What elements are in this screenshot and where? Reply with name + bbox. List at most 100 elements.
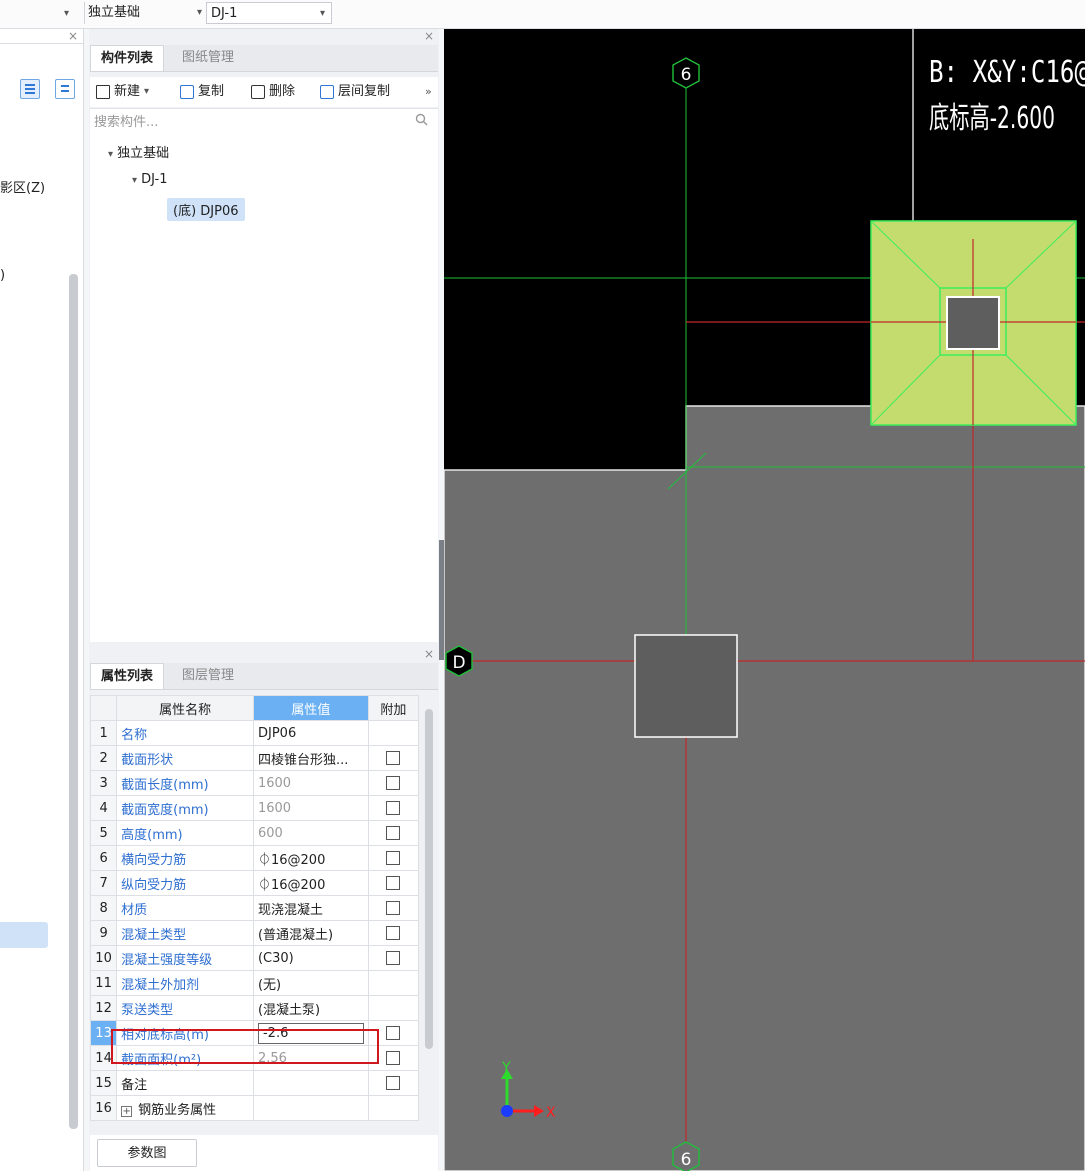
property-value[interactable]: (无) xyxy=(252,970,369,996)
tab-layer-management[interactable]: 图层管理 xyxy=(172,663,244,689)
property-value[interactable]: ⏀16@200 xyxy=(252,845,369,871)
extra-cell xyxy=(367,995,420,1021)
table-row-group[interactable]: 16 + 钢筋业务属性 xyxy=(89,1095,420,1121)
floor-slab-region[interactable] xyxy=(444,405,1085,1171)
property-value[interactable]: (普通混凝土) xyxy=(252,920,369,946)
table-row[interactable]: 10 混凝土强度等级 (C30) xyxy=(89,945,420,971)
table-row[interactable]: 11 混凝土外加剂 (无) xyxy=(89,970,420,996)
tree-item-dj1[interactable]: ▾ DJ-1 xyxy=(132,172,168,187)
extra-checkbox[interactable] xyxy=(386,926,401,940)
component-search[interactable]: 搜索构件... xyxy=(90,108,438,132)
extra-checkbox[interactable] xyxy=(386,901,401,915)
property-value[interactable]: 四棱锥台形独... xyxy=(252,745,369,771)
close-icon[interactable]: × xyxy=(424,647,434,661)
extra-checkbox[interactable] xyxy=(386,1051,401,1065)
table-row[interactable]: 7 纵向受力筋 ⏀16@200 xyxy=(89,870,420,896)
tab-property-list[interactable]: 属性列表 xyxy=(90,663,165,689)
table-row[interactable]: 15 备注 xyxy=(89,1070,420,1096)
extra-cell xyxy=(367,820,420,846)
extra-checkbox[interactable] xyxy=(386,1026,401,1040)
property-name: 混凝土类型 xyxy=(116,920,254,946)
extra-checkbox[interactable] xyxy=(386,801,401,815)
property-value[interactable]: 1600 xyxy=(252,770,369,796)
left-panel-text-zone[interactable]: 影区(Z) xyxy=(0,177,45,196)
table-row[interactable]: 3 截面长度(mm) 1600 xyxy=(89,770,420,796)
list-view-icon[interactable] xyxy=(20,79,40,99)
highlight-box-row13 xyxy=(111,1029,379,1064)
table-row[interactable]: 8 材质 现浇混凝土 xyxy=(89,895,420,921)
tab-component-list[interactable]: 构件列表 xyxy=(90,45,165,71)
cad-drawing[interactable]: 6 6 D B: X&Y:C16@ 底标高-2.600 Y X xyxy=(444,29,1085,1171)
extra-checkbox[interactable] xyxy=(386,1076,401,1090)
table-row[interactable]: 2 截面形状 四棱锥台形独... xyxy=(89,745,420,771)
property-value[interactable]: (混凝土泵) xyxy=(252,995,369,1021)
component-name-select[interactable]: DJ-1 ▾ xyxy=(206,2,332,24)
left-scrollbar[interactable] xyxy=(69,274,78,1129)
top-toolbar: ▾ 独立基础 ▾ DJ-1 ▾ xyxy=(0,0,1085,29)
divider xyxy=(0,43,84,44)
extra-checkbox[interactable] xyxy=(386,876,401,890)
table-row[interactable]: 6 横向受力筋 ⏀16@200 xyxy=(89,845,420,871)
close-icon[interactable]: × xyxy=(424,29,434,43)
close-icon[interactable]: × xyxy=(68,29,78,43)
param-diagram-button[interactable]: 参数图 xyxy=(97,1139,197,1167)
delete-button[interactable]: 删除 xyxy=(251,82,295,102)
property-value[interactable]: 1600 xyxy=(252,795,369,821)
property-name: 泵送类型 xyxy=(116,995,254,1021)
extra-checkbox[interactable] xyxy=(386,826,401,840)
property-scrollbar[interactable] xyxy=(425,709,433,1049)
extra-cell xyxy=(367,895,420,921)
floor-copy-button[interactable]: 层间复制 xyxy=(320,82,390,102)
new-button[interactable]: 新建 ▾ xyxy=(96,82,149,102)
footing-djp06[interactable] xyxy=(870,220,1077,426)
extra-checkbox[interactable] xyxy=(386,776,401,790)
axis-bubble-6-top[interactable]: 6 xyxy=(672,57,700,89)
property-name: 材质 xyxy=(116,895,254,921)
row-number: 15 xyxy=(89,1070,118,1096)
property-value[interactable]: 现浇混凝土 xyxy=(252,895,369,921)
drawing-canvas[interactable]: 6 6 D B: X&Y:C16@ 底标高-2.600 Y X xyxy=(444,29,1085,1171)
property-name: 备注 xyxy=(116,1070,254,1096)
table-row[interactable]: 5 高度(mm) 600 xyxy=(89,820,420,846)
extra-checkbox[interactable] xyxy=(386,851,401,865)
extra-cell xyxy=(367,1095,420,1121)
property-value[interactable] xyxy=(252,1070,369,1096)
extra-checkbox[interactable] xyxy=(386,951,401,965)
left-selected-item[interactable] xyxy=(0,922,48,948)
tree-item-djp06[interactable]: (底) DJP06 xyxy=(167,198,245,221)
row-number: 11 xyxy=(89,970,118,996)
row-number: 8 xyxy=(89,895,118,921)
table-row[interactable]: 4 截面宽度(mm) 1600 xyxy=(89,795,420,821)
left-panel-text-paren: ) xyxy=(0,268,6,283)
property-value[interactable]: (C30) xyxy=(252,945,369,971)
row-number: 10 xyxy=(89,945,118,971)
column-d6[interactable] xyxy=(634,634,738,738)
property-value[interactable]: 600 xyxy=(252,820,369,846)
axis-bubble-6-bottom[interactable]: 6 xyxy=(672,1141,700,1171)
tab-drawing-management[interactable]: 图纸管理 xyxy=(172,45,244,71)
chevron-down-icon[interactable]: ▾ xyxy=(144,82,149,102)
row-number: 6 xyxy=(89,845,118,871)
property-value[interactable]: DJP06 xyxy=(252,720,369,746)
chevron-down-icon[interactable]: ▾ xyxy=(108,149,113,160)
extra-cell xyxy=(367,770,420,796)
search-input[interactable]: 搜索构件... xyxy=(94,111,158,130)
extra-checkbox[interactable] xyxy=(386,751,401,765)
tree-item-root[interactable]: ▾ 独立基础 xyxy=(108,142,169,161)
table-row[interactable]: 1 名称 DJP06 xyxy=(89,720,420,746)
search-icon[interactable] xyxy=(415,113,428,126)
more-icon[interactable]: » xyxy=(425,82,432,102)
component-type-select[interactable]: 独立基础 ▾ xyxy=(84,2,206,24)
select1-caret-icon[interactable]: ▾ xyxy=(64,2,69,24)
elevation-annotation[interactable]: 底标高-2.600 xyxy=(929,101,1055,136)
table-row[interactable]: 9 混凝土类型 (普通混凝土) xyxy=(89,920,420,946)
axis-bubble-d[interactable]: D xyxy=(445,645,473,677)
chevron-down-icon[interactable]: ▾ xyxy=(132,175,137,186)
detail-view-icon[interactable] xyxy=(55,79,75,99)
copy-button[interactable]: 复制 xyxy=(180,82,224,102)
table-row[interactable]: 12 泵送类型 (混凝土泵) xyxy=(89,995,420,1021)
rebar-annotation[interactable]: B: X&Y:C16@ xyxy=(929,55,1085,90)
group-name: + 钢筋业务属性 xyxy=(116,1095,254,1121)
property-value[interactable]: ⏀16@200 xyxy=(252,870,369,896)
expand-plus-icon[interactable]: + xyxy=(121,1105,133,1117)
